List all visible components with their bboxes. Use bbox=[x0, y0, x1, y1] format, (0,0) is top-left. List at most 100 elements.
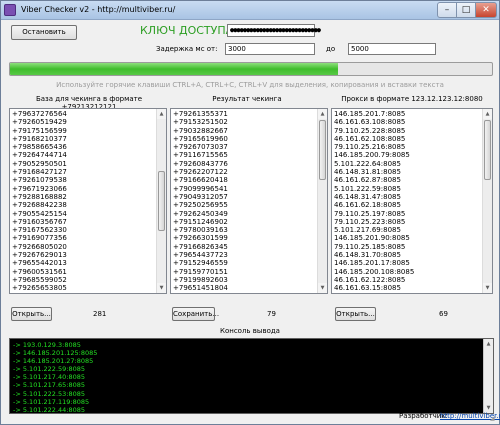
proxy-list-item[interactable]: 146.185.200.79:8085 bbox=[334, 151, 480, 159]
base-list-item[interactable]: +79052950501 bbox=[12, 160, 154, 168]
result-listbox[interactable]: +79261355371 +79153251502 +79032882667 +791… bbox=[170, 108, 328, 294]
result-list-item[interactable]: +79166620418 bbox=[173, 176, 315, 184]
result-list-item[interactable]: +79250256955 bbox=[173, 201, 315, 209]
proxy-list-item[interactable]: 46.148.31.81:8085 bbox=[334, 168, 480, 176]
console-line[interactable]: -> 5.101.222.53:8085 bbox=[13, 390, 97, 398]
result-list-item[interactable]: +79165619960 bbox=[173, 135, 315, 143]
close-button[interactable]: ✕ bbox=[475, 2, 497, 18]
base-list-item[interactable]: +79685599052 bbox=[12, 276, 154, 284]
proxy-list-item[interactable]: 5.101.222.59:8085 bbox=[334, 185, 480, 193]
base-list-item[interactable]: +79260519429 bbox=[12, 118, 154, 126]
base-scrollbar[interactable]: ▲ ▼ bbox=[156, 109, 166, 293]
base-list-item[interactable]: +79265653805 bbox=[12, 284, 154, 292]
base-list-item[interactable]: +79268842238 bbox=[12, 201, 154, 209]
result-list-item[interactable]: +79261355371 bbox=[173, 110, 315, 118]
proxy-list-item[interactable]: 146.185.200.108:8085 bbox=[334, 268, 480, 276]
proxy-list-item[interactable]: 46.161.63.108:8085 bbox=[334, 118, 480, 126]
console-scrollbar[interactable]: ▲ ▼ bbox=[483, 339, 493, 413]
result-list-item[interactable]: +79116715565 bbox=[173, 151, 315, 159]
console-line[interactable]: -> 5.101.217.65:8085 bbox=[13, 381, 97, 389]
scroll-thumb[interactable] bbox=[319, 120, 326, 180]
console-line[interactable]: -> 193.0.129.3:8085 bbox=[13, 341, 97, 349]
scroll-up-arrow-icon[interactable]: ▲ bbox=[484, 339, 493, 349]
result-list-item[interactable]: +79262450349 bbox=[173, 210, 315, 218]
proxy-scrollbar[interactable]: ▲ ▼ bbox=[482, 109, 492, 293]
base-list-item[interactable]: +79160356767 bbox=[12, 218, 154, 226]
console-line[interactable]: -> 5.101.222.59:8085 bbox=[13, 365, 97, 373]
proxy-list-item[interactable]: 46.161.63.15:8085 bbox=[334, 284, 480, 292]
base-list-item[interactable]: +79288168882 bbox=[12, 193, 154, 201]
proxy-list-item[interactable]: 46.148.31.47:8085 bbox=[334, 193, 480, 201]
proxy-list-item[interactable]: 46.161.62.122:8085 bbox=[334, 276, 480, 284]
result-list-item[interactable]: +79262207122 bbox=[173, 168, 315, 176]
result-list-item[interactable]: +79153251502 bbox=[173, 118, 315, 126]
result-list-item[interactable]: +79260843776 bbox=[173, 160, 315, 168]
base-list-item[interactable]: +79168210377 bbox=[12, 135, 154, 143]
maximize-button[interactable]: □ bbox=[456, 2, 476, 18]
base-list-item[interactable]: +79266805020 bbox=[12, 243, 154, 251]
result-list-item[interactable]: +79152946559 bbox=[173, 259, 315, 267]
console-line[interactable]: -> 5.101.217.119:8085 bbox=[13, 398, 97, 406]
scroll-down-arrow-icon[interactable]: ▼ bbox=[318, 283, 327, 293]
stop-button[interactable]: Остановить bbox=[11, 25, 77, 40]
result-list-item[interactable]: +79166826345 bbox=[173, 243, 315, 251]
proxy-list-item[interactable]: 79.110.25.185:8085 bbox=[334, 243, 480, 251]
result-list-item[interactable]: +79651451804 bbox=[173, 284, 315, 292]
proxy-listbox[interactable]: 146.185.201.7:8085 46.161.63.108:8085 79.1… bbox=[331, 108, 493, 294]
console-output[interactable]: -> 193.0.129.3:8085 -> 146.185.201.125:80… bbox=[9, 338, 494, 414]
result-scrollbar[interactable]: ▲ ▼ bbox=[317, 109, 327, 293]
scroll-up-arrow-icon[interactable]: ▲ bbox=[483, 109, 492, 119]
proxy-list-item[interactable]: 46.161.62.108:8085 bbox=[334, 135, 480, 143]
proxy-list-item[interactable]: 46.161.62.18:8085 bbox=[334, 201, 480, 209]
proxy-list-item[interactable]: 5.101.222.64:8085 bbox=[334, 160, 480, 168]
base-list-item[interactable]: +79264744714 bbox=[12, 151, 154, 159]
scroll-up-arrow-icon[interactable]: ▲ bbox=[318, 109, 327, 119]
result-list-item[interactable]: +79267073037 bbox=[173, 143, 315, 151]
proxy-list-item[interactable]: 79.110.25.197:8085 bbox=[334, 210, 480, 218]
result-list-item[interactable]: +79151246902 bbox=[173, 218, 315, 226]
scroll-down-arrow-icon[interactable]: ▼ bbox=[483, 283, 492, 293]
proxy-list-item[interactable]: 146.185.201.7:8085 bbox=[334, 110, 480, 118]
base-list-item[interactable]: +79655442013 bbox=[12, 259, 154, 267]
base-list-item[interactable]: +79858665436 bbox=[12, 143, 154, 151]
result-list-item[interactable]: +79159770151 bbox=[173, 268, 315, 276]
result-list-item[interactable]: +79049312057 bbox=[173, 193, 315, 201]
proxy-list-item[interactable]: 79.110.25.216:8085 bbox=[334, 143, 480, 151]
resize-grip-icon[interactable]: ◢ bbox=[490, 415, 498, 423]
console-line[interactable]: -> 5.101.222.44:8085 bbox=[13, 406, 97, 413]
base-listbox[interactable]: +79637276564 +79260519429 +79175156599 +791… bbox=[9, 108, 167, 294]
scroll-up-arrow-icon[interactable]: ▲ bbox=[157, 109, 166, 119]
open-base-button[interactable]: Открыть... bbox=[11, 307, 52, 321]
result-list-item[interactable]: +79199892603 bbox=[173, 276, 315, 284]
console-line[interactable]: -> 146.185.201.27:8085 bbox=[13, 357, 97, 365]
proxy-list-item[interactable]: 46.161.62.87:8085 bbox=[334, 176, 480, 184]
delay-to-field[interactable]: 5000 bbox=[348, 43, 436, 55]
title-bar[interactable]: Viber Checker v2 - http://multiviber.ru/… bbox=[1, 1, 499, 20]
proxy-list-item[interactable]: 79.110.25.228:8085 bbox=[334, 127, 480, 135]
base-list-item[interactable]: +79169077356 bbox=[12, 234, 154, 242]
proxy-list-item[interactable]: 79.110.25.223:8085 bbox=[334, 218, 480, 226]
delay-from-field[interactable]: 3000 bbox=[225, 43, 315, 55]
scroll-down-arrow-icon[interactable]: ▼ bbox=[157, 283, 166, 293]
result-list-item[interactable]: +79780039163 bbox=[173, 226, 315, 234]
scroll-thumb[interactable] bbox=[484, 120, 491, 180]
base-list-item[interactable]: +79267629013 bbox=[12, 251, 154, 259]
base-list-item[interactable]: +79261079538 bbox=[12, 176, 154, 184]
base-list-item[interactable]: +79055425154 bbox=[12, 210, 154, 218]
console-line[interactable]: -> 146.185.201.125:8085 bbox=[13, 349, 97, 357]
proxy-list-item[interactable]: 5.101.217.69:8085 bbox=[334, 226, 480, 234]
base-list-item[interactable]: +79175156599 bbox=[12, 127, 154, 135]
minimize-button[interactable]: – bbox=[437, 2, 457, 18]
scroll-thumb[interactable] bbox=[158, 171, 165, 231]
proxy-list-item[interactable]: 146.185.201.17:8085 bbox=[334, 259, 480, 267]
result-list-item[interactable]: +79266301599 bbox=[173, 234, 315, 242]
save-result-button[interactable]: Сохранить... bbox=[172, 307, 219, 321]
base-list-item[interactable]: +79637276564 bbox=[12, 110, 154, 118]
open-proxy-button[interactable]: Открыть... bbox=[335, 307, 376, 321]
proxy-list-item[interactable]: 46.148.31.70:8085 bbox=[334, 251, 480, 259]
result-list-item[interactable]: +79099996541 bbox=[173, 185, 315, 193]
console-line[interactable]: -> 5.101.217.40:8085 bbox=[13, 373, 97, 381]
base-list-item[interactable]: +79600531561 bbox=[12, 268, 154, 276]
result-list-item[interactable]: +79032882667 bbox=[173, 127, 315, 135]
access-key-field[interactable]: ●●●●●●●●●●●●●●●●●●●●●●●●●●●● bbox=[227, 24, 321, 37]
